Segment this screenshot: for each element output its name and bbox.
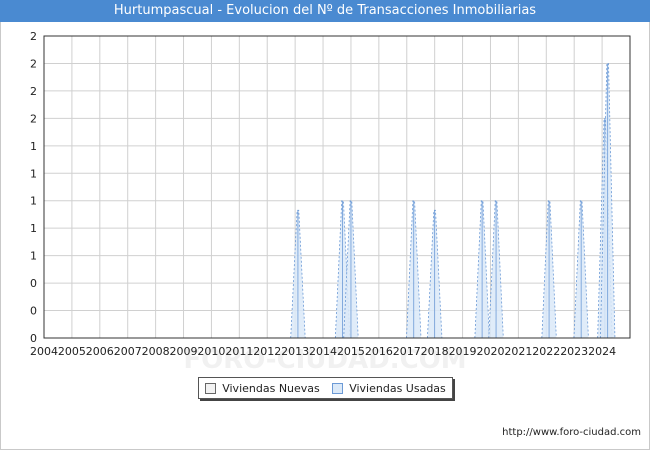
- x-tick-label: 2020: [476, 345, 504, 358]
- y-tick-label: 0: [30, 277, 37, 290]
- x-tick-label: 2016: [365, 345, 393, 358]
- y-tick-label: 1: [30, 195, 37, 208]
- legend-swatch-nuevas: [205, 382, 217, 394]
- x-tick-label: 2009: [170, 345, 198, 358]
- y-tick-label: 2: [30, 112, 37, 125]
- x-tick-label: 2019: [449, 345, 477, 358]
- x-tick-label: 2021: [504, 345, 532, 358]
- x-tick-label: 2017: [393, 345, 421, 358]
- legend-label-nuevas: Viviendas Nuevas: [222, 381, 320, 395]
- y-tick-label: 2: [30, 57, 37, 70]
- y-tick-label: 0: [30, 305, 37, 318]
- source-url: http://www.foro-ciudad.com: [502, 427, 641, 438]
- x-tick-label: 2006: [86, 345, 114, 358]
- x-tick-label: 2022: [532, 345, 560, 358]
- legend-item-usadas: Viviendas Usadas: [332, 382, 446, 395]
- y-tick-label: 0: [30, 332, 37, 345]
- x-tick-label: 2013: [281, 345, 309, 358]
- x-tick-label: 2015: [337, 345, 365, 358]
- y-tick-label: 1: [30, 140, 37, 153]
- x-tick-label: 2005: [58, 345, 86, 358]
- y-tick-label: 2: [30, 30, 37, 43]
- x-tick-label: 2012: [253, 345, 281, 358]
- y-tick-label: 2: [30, 85, 37, 98]
- legend-item-nuevas: Viviendas Nuevas: [205, 382, 320, 395]
- x-tick-label: 2024: [588, 345, 616, 358]
- x-tick-label: 2004: [30, 345, 58, 358]
- x-tick-label: 2023: [560, 345, 588, 358]
- x-tick-label: 2007: [114, 345, 142, 358]
- legend-label-usadas: Viviendas Usadas: [349, 381, 446, 395]
- y-tick-label: 1: [30, 250, 37, 263]
- x-tick-label: 2010: [197, 345, 225, 358]
- y-tick-label: 1: [30, 222, 37, 235]
- chart-legend: Viviendas Nuevas Viviendas Usadas: [198, 377, 453, 399]
- plot-border: [43, 35, 631, 339]
- x-tick-label: 2018: [421, 345, 449, 358]
- x-tick-label: 2008: [142, 345, 170, 358]
- x-tick-label: 2014: [309, 345, 337, 358]
- y-tick-label: 1: [30, 167, 37, 180]
- legend-swatch-usadas: [332, 382, 344, 394]
- x-tick-label: 2011: [225, 345, 253, 358]
